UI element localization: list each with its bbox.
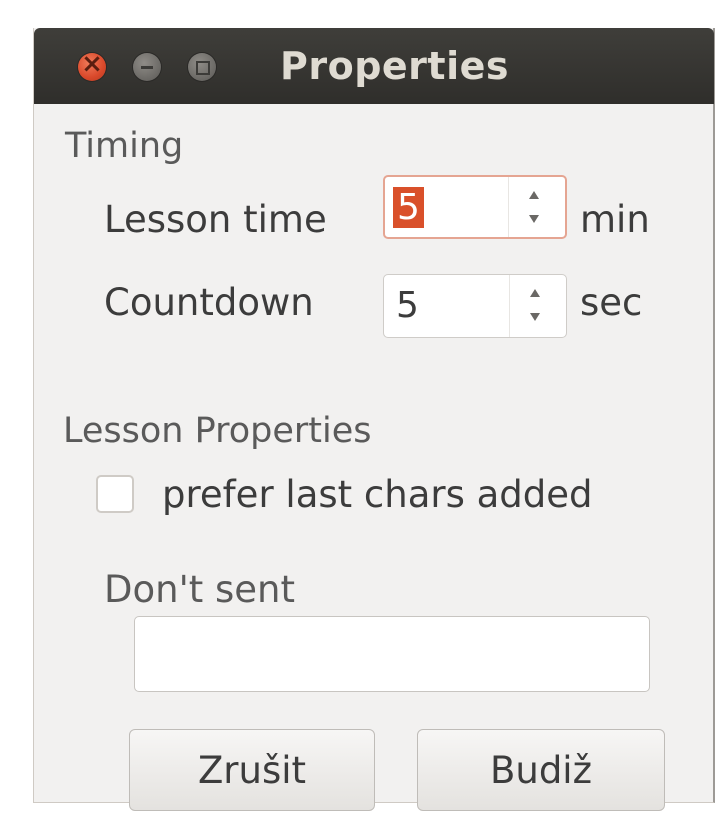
countdown-stepper[interactable] [509, 275, 566, 337]
increment-arrow-icon[interactable] [530, 289, 540, 297]
lesson-time-stepper[interactable] [508, 177, 565, 237]
increment-arrow-icon[interactable] [529, 191, 539, 199]
dont-sent-label: Don't sent [104, 568, 296, 611]
countdown-label: Countdown [104, 281, 314, 324]
decrement-arrow-icon[interactable] [530, 313, 540, 321]
properties-dialog: Properties Timing Lesson time 5 min Coun… [33, 28, 715, 811]
countdown-spinbutton[interactable]: 5 [383, 274, 567, 338]
prefer-last-chars-label[interactable]: prefer last chars added [162, 473, 593, 516]
lesson-time-spinbutton[interactable]: 5 [383, 175, 567, 239]
ok-button[interactable]: Budiž [417, 729, 665, 811]
cancel-button[interactable]: Zrušit [129, 729, 375, 811]
close-window-icon[interactable] [78, 49, 106, 81]
dont-sent-input[interactable] [134, 616, 650, 692]
prefer-last-chars-checkbox[interactable] [96, 475, 134, 513]
decrement-arrow-icon[interactable] [529, 215, 539, 223]
lesson-time-value[interactable]: 5 [393, 187, 424, 228]
countdown-value[interactable]: 5 [396, 285, 419, 326]
maximize-window-icon[interactable] [188, 53, 216, 81]
minimize-window-icon[interactable] [133, 53, 161, 81]
lesson-properties-section-label: Lesson Properties [63, 411, 372, 451]
countdown-unit: sec [580, 281, 643, 324]
timing-section-label: Timing [65, 126, 184, 166]
window-title: Properties [280, 44, 509, 88]
lesson-time-label: Lesson time [104, 198, 327, 241]
lesson-time-unit: min [580, 198, 650, 241]
title-bar[interactable]: Properties [34, 28, 714, 104]
